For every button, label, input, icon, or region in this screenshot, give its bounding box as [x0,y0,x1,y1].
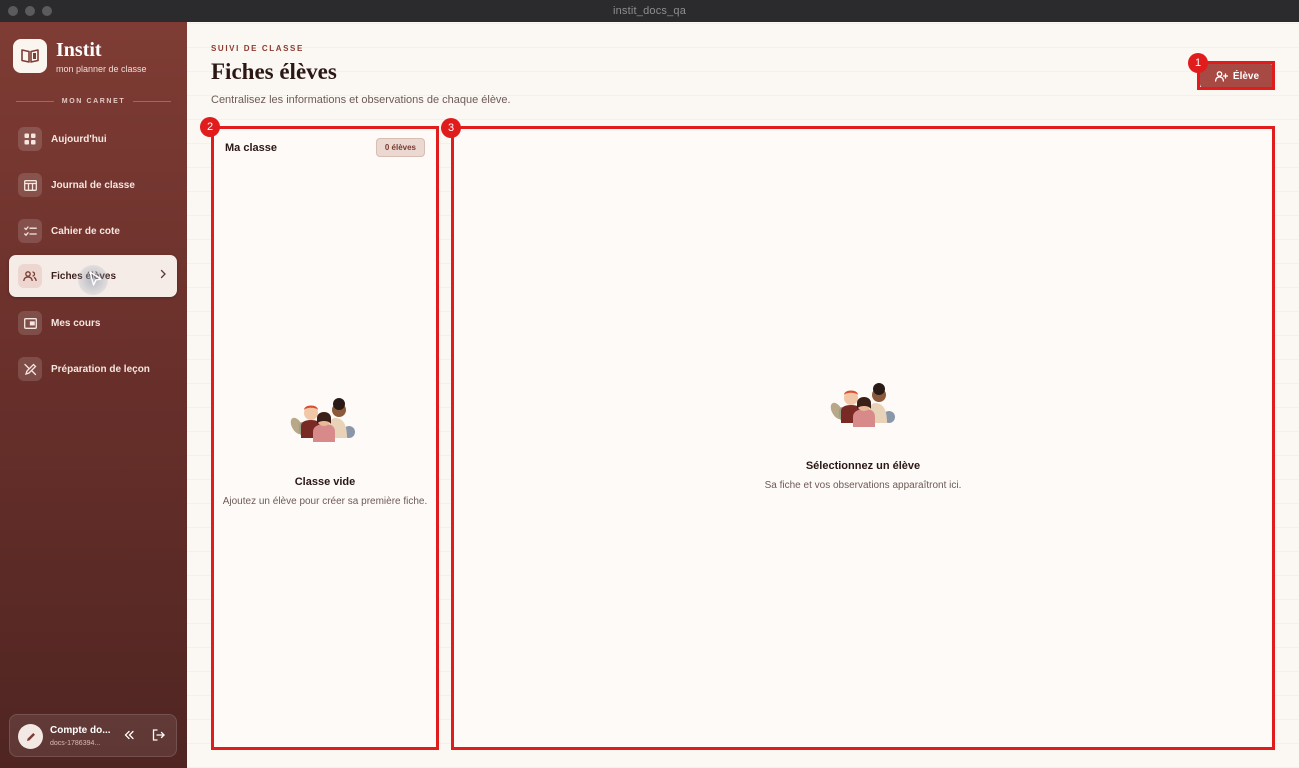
highlight-box-2 [211,126,439,750]
window-title: instit_docs_qa [612,5,687,17]
account-card[interactable]: Compte do... docs-1786394... [9,714,177,757]
page-title: Fiches élèves [211,59,337,84]
sidebar-item-label: Aujourd'hui [51,133,107,145]
minimize-window-button[interactable] [25,6,35,16]
zoom-window-button[interactable] [42,6,52,16]
page-subtitle: Centralisez les informations et observat… [211,94,511,106]
app-window: instit_docs_qa Instit mon planner de cla… [0,0,1299,768]
sidebar-item-label: Préparation de leçon [51,363,150,375]
folder-icon [18,311,42,335]
annotation-badge-3: 3 [441,118,461,138]
brand-tagline: mon planner de classe [56,64,147,74]
page-eyebrow: SUIVI DE CLASSE [211,44,304,53]
brand-name: Instit [56,39,102,61]
users-icon [18,264,42,288]
sidebar-item-label: Journal de classe [51,179,135,191]
window-controls [8,6,52,16]
close-window-button[interactable] [8,6,18,16]
title-bar: instit_docs_qa [0,0,1299,22]
pencil-icon [18,724,43,749]
logout-icon[interactable] [152,729,165,741]
main-content: SUIVI DE CLASSE Fiches élèves Centralise… [187,22,1299,768]
checklist-icon [18,219,42,243]
highlight-box-1 [1197,61,1275,90]
annotation-badge-2: 2 [200,117,220,137]
sidebar-item-aujourdhui[interactable]: Aujourd'hui [9,118,177,160]
brand: Instit mon planner de classe [13,39,147,74]
book-icon [13,39,47,73]
sidebar-item-cahier[interactable]: Cahier de cote [9,210,177,252]
annotation-badge-1: 1 [1188,53,1208,73]
highlight-box-3 [451,126,1275,750]
grid-icon [18,127,42,151]
collapse-sidebar-icon[interactable] [123,729,135,741]
sidebar-item-preparation[interactable]: Préparation de leçon [9,348,177,390]
sidebar-item-label: Mes cours [51,317,101,329]
sidebar-item-label: Cahier de cote [51,225,120,237]
account-name: Compte do... [50,725,111,736]
chevron-right-icon [160,269,166,279]
calendar-icon [18,173,42,197]
cursor-icon [89,271,102,286]
sidebar-item-mes-cours[interactable]: Mes cours [9,302,177,344]
sidebar-item-journal[interactable]: Journal de classe [9,164,177,206]
pencil-ruler-icon [18,357,42,381]
sidebar: Instit mon planner de classe MON CARNET … [0,22,187,768]
account-id: docs-1786394... [50,740,101,747]
section-label: MON CARNET [16,98,172,105]
